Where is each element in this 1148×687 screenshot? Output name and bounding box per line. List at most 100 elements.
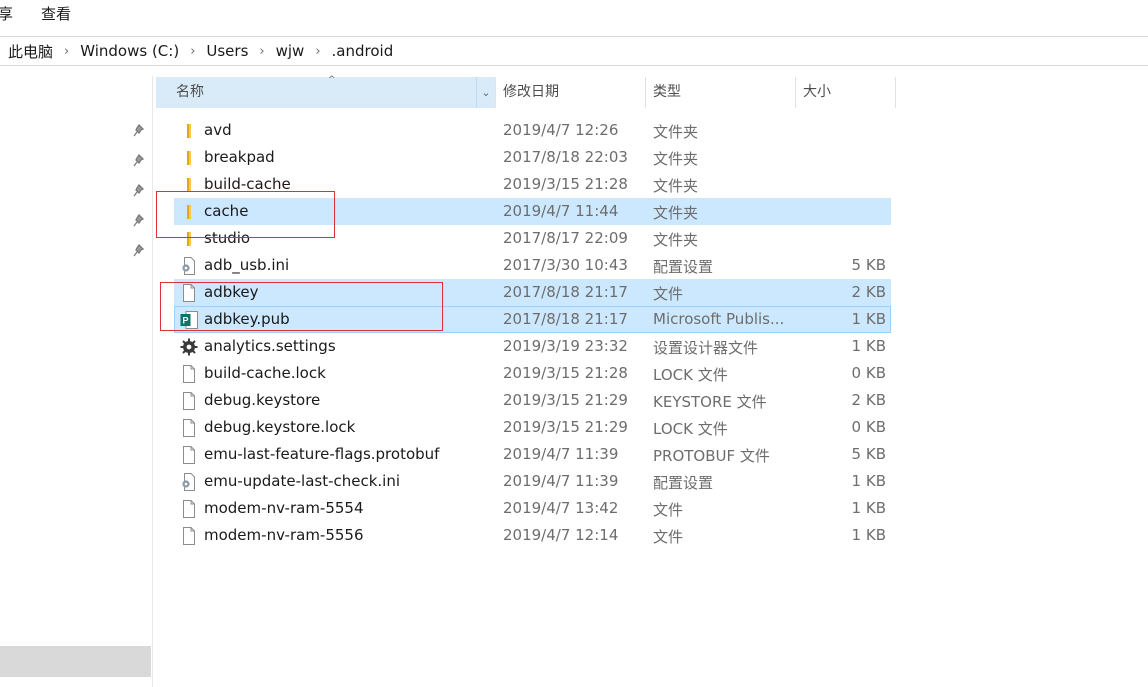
- file-row[interactable]: emu-update-last-check.ini 2019/4/7 11:39 配…: [174, 468, 891, 495]
- file-row[interactable]: build-cache.lock 2019/3/15 21:28 LOCK 文件 0 …: [174, 360, 891, 387]
- file-icon: [180, 392, 198, 410]
- pin-icon[interactable]: [133, 124, 145, 138]
- file-date: 2019/4/7 11:44: [503, 202, 619, 220]
- file-list[interactable]: avd 2019/4/7 12:26 文件夹 breakpad 2017/8/18 22…: [174, 117, 891, 549]
- pin-icon[interactable]: [133, 214, 145, 228]
- column-header-bar: 名称 ^ ⌄ 修改日期 类型 大小: [156, 75, 896, 108]
- file-date: 2017/3/30 10:43: [503, 256, 628, 274]
- file-type: 文件夹: [653, 204, 699, 222]
- file-type: 设置设计器文件: [653, 339, 759, 357]
- column-header-modified-label: 修改日期: [503, 84, 559, 100]
- file-row[interactable]: modem-nv-ram-5556 2019/4/7 12:14 文件 1 KB: [174, 522, 891, 549]
- chevron-right-icon[interactable]: ›: [190, 44, 195, 59]
- file-date: 2019/4/7 12:14: [503, 526, 619, 544]
- folder-icon: [180, 122, 198, 140]
- file-date: 2019/3/15 21:28: [503, 175, 628, 193]
- file-size: 1 KB: [851, 337, 886, 355]
- crumb-user[interactable]: wjw: [276, 42, 305, 60]
- file-row[interactable]: emu-last-feature-flags.protobuf 2019/4/7 …: [174, 441, 891, 468]
- file-type: 文件夹: [653, 231, 699, 249]
- file-row[interactable]: debug.keystore 2019/3/15 21:29 KEYSTORE 文件…: [174, 387, 891, 414]
- file-name: modem-nv-ram-5556: [204, 526, 364, 544]
- file-type: 配置设置: [653, 474, 714, 492]
- file-size: 5 KB: [851, 445, 886, 463]
- file-date: 2017/8/18 21:17: [503, 283, 628, 301]
- file-type: 文件: [653, 528, 684, 546]
- chevron-right-icon[interactable]: ›: [259, 44, 264, 59]
- file-icon: [180, 527, 198, 545]
- file-name: debug.keystore: [204, 391, 321, 409]
- pin-icon[interactable]: [133, 244, 145, 258]
- file-date: 2019/4/7 11:39: [503, 472, 619, 490]
- file-row[interactable]: adb_usb.ini 2017/3/30 10:43 配置设置 5 KB: [174, 252, 891, 279]
- chevron-right-icon[interactable]: ›: [315, 44, 320, 59]
- sort-ascending-icon: ^: [328, 75, 336, 85]
- crumb-users[interactable]: Users: [206, 42, 248, 60]
- column-header-type[interactable]: 类型: [646, 77, 796, 108]
- file-type: 文件夹: [653, 177, 699, 195]
- file-row[interactable]: modem-nv-ram-5554 2019/4/7 13:42 文件 1 KB: [174, 495, 891, 522]
- file-row[interactable]: debug.keystore.lock 2019/3/15 21:29 LOCK 文…: [174, 414, 891, 441]
- file-icon: [180, 500, 198, 518]
- file-row[interactable]: breakpad 2017/8/18 22:03 文件夹: [174, 144, 891, 171]
- config-file-icon: [180, 473, 198, 491]
- file-type: 文件夹: [653, 123, 699, 141]
- file-date: 2019/3/15 21:29: [503, 418, 628, 436]
- file-type: LOCK 文件: [653, 420, 728, 438]
- file-size: 1 KB: [851, 526, 886, 544]
- file-name: debug.keystore.lock: [204, 418, 356, 436]
- column-header-modified[interactable]: 修改日期: [496, 77, 646, 108]
- column-header-size-label: 大小: [803, 84, 831, 100]
- file-name: emu-update-last-check.ini: [204, 472, 401, 490]
- breadcrumb: 此电脑 › Windows (C:) › Users › wjw › .andr…: [8, 40, 393, 62]
- tab-share[interactable]: 享: [0, 3, 13, 24]
- column-filter-dropdown[interactable]: ⌄: [476, 77, 496, 108]
- column-header-size[interactable]: 大小: [796, 77, 896, 108]
- config-file-icon: [180, 257, 198, 275]
- annotation-box-adbkey: [160, 282, 443, 331]
- folder-icon: [180, 149, 198, 167]
- column-header-name-label: 名称: [176, 84, 204, 100]
- file-date: 2019/3/15 21:29: [503, 391, 628, 409]
- file-icon: [180, 446, 198, 464]
- crumb-this-pc[interactable]: 此电脑: [8, 41, 53, 62]
- file-name: modem-nv-ram-5554: [204, 499, 364, 517]
- file-date: 2019/3/19 23:32: [503, 337, 628, 355]
- file-name: adb_usb.ini: [204, 256, 290, 274]
- file-type: KEYSTORE 文件: [653, 393, 767, 411]
- file-size: 0 KB: [851, 418, 886, 436]
- file-type: Microsoft Publis...: [653, 310, 785, 328]
- settings-gear-icon: [180, 338, 198, 356]
- annotation-box-cache: [156, 191, 335, 238]
- file-date: 2019/4/7 12:26: [503, 121, 619, 139]
- file-date: 2019/4/7 11:39: [503, 445, 619, 463]
- file-type: PROTOBUF 文件: [653, 447, 770, 465]
- file-name: build-cache.lock: [204, 364, 326, 382]
- navigation-pane[interactable]: [0, 76, 153, 687]
- tab-view[interactable]: 查看: [41, 3, 71, 24]
- file-row[interactable]: analytics.settings 2019/3/19 23:32 设置设计器文件…: [174, 333, 891, 360]
- file-name: emu-last-feature-flags.protobuf: [204, 445, 440, 463]
- file-date: 2019/3/15 21:28: [503, 364, 628, 382]
- chevron-right-icon[interactable]: ›: [64, 44, 69, 59]
- pin-icon[interactable]: [133, 184, 145, 198]
- file-type: 文件: [653, 501, 684, 519]
- ribbon-tabs: 享 查看: [0, 0, 1148, 26]
- nav-scrollbar[interactable]: [0, 646, 151, 677]
- file-date: 2017/8/17 22:09: [503, 229, 628, 247]
- file-size: 1 KB: [851, 310, 886, 328]
- file-type: 文件夹: [653, 150, 699, 168]
- address-bar[interactable]: 此电脑 › Windows (C:) › Users › wjw › .andr…: [0, 36, 1148, 66]
- file-size: 1 KB: [851, 472, 886, 490]
- file-size: 0 KB: [851, 364, 886, 382]
- column-header-type-label: 类型: [653, 84, 681, 100]
- pin-icon[interactable]: [133, 154, 145, 168]
- file-row[interactable]: avd 2019/4/7 12:26 文件夹: [174, 117, 891, 144]
- file-date: 2019/4/7 13:42: [503, 499, 619, 517]
- file-date: 2017/8/18 22:03: [503, 148, 628, 166]
- file-icon: [180, 365, 198, 383]
- column-header-name[interactable]: 名称: [156, 77, 496, 108]
- crumb-current-folder[interactable]: .android: [332, 42, 394, 60]
- crumb-drive[interactable]: Windows (C:): [80, 42, 179, 60]
- file-name: avd: [204, 121, 232, 139]
